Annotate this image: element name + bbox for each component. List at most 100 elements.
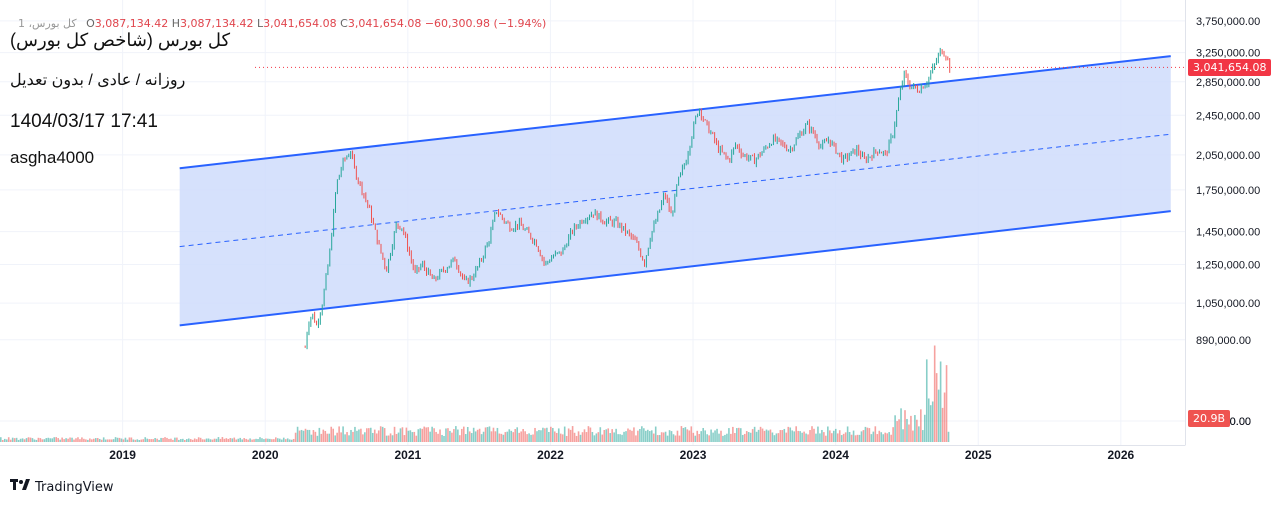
volume-bar [110,439,113,442]
volume-bar [708,435,710,442]
volume-bar [166,437,168,442]
volume-bar [381,426,384,442]
volume-bar [769,429,772,442]
volume-bar [195,439,198,442]
volume-bar [9,439,12,442]
last-price-tag: 3,041,654.08 [1188,59,1272,76]
volume-bar [49,438,52,442]
volume-bar [559,433,562,442]
volume-bar [736,428,738,442]
volume-bar [144,437,147,442]
volume-bar [455,426,457,442]
volume-bar [275,437,277,442]
volume-bar [589,427,592,442]
volume-bar [882,434,885,442]
volume-bar [241,439,243,442]
volume-bar [645,430,647,442]
volume-bar [724,434,726,442]
volume-bar [728,428,730,442]
volume-bar [726,433,728,442]
volume-bar [451,432,453,442]
volume-bar [373,429,376,442]
volume-bar [540,430,542,442]
volume-bar [836,433,839,442]
volume-bar [126,439,129,442]
volume-bar [550,426,552,442]
time-tick-label-7: 2026 [1107,448,1134,462]
volume-bar [3,438,6,442]
volume-bar [751,429,754,442]
volume-bar [933,345,936,442]
high-label: H [171,17,181,30]
volume-bar [668,430,671,442]
volume-bar [581,432,584,442]
volume-bar [834,428,837,442]
volume-bar [284,439,287,442]
volume-bar [601,434,604,442]
volume-bar [801,432,803,442]
volume-bar [383,428,386,442]
volume-bar [219,438,222,442]
volume-bar [732,426,734,442]
volume-bar [617,434,619,442]
volume-bar [100,439,103,442]
volume-bar [354,426,356,442]
volume-bar [773,435,776,442]
volume-bar [265,438,267,442]
volume-bar [496,427,499,442]
volume-bar [876,434,879,442]
volume-bar [261,438,263,442]
volume-bar [623,431,625,442]
volume-bar [474,431,477,442]
volume-bar [923,414,926,442]
tradingview-brand[interactable]: TradingView [10,479,114,495]
price-tick-label-2: 2,850,000.00 [1196,77,1260,89]
volume-bar [466,427,469,442]
volume-bar [55,437,57,442]
volume-bar [656,435,659,442]
volume-bar [947,431,950,442]
volume-bar [85,439,87,442]
volume-bar [884,432,887,442]
volume-bar [352,431,354,442]
volume-bar [858,434,861,442]
volume-bar [789,427,792,442]
close-label: C [340,17,348,30]
volume-bar [334,435,336,442]
volume-bar [387,435,390,442]
volume-bar [0,437,2,442]
close-value: 3,041,654.08 [347,17,422,30]
volume-bar [314,431,317,442]
volume-bar [259,437,261,442]
volume-bar [686,429,689,442]
volume-bar [419,428,422,442]
volume-bar [611,429,613,442]
volume-bar [316,435,319,442]
volume-bar [235,439,238,442]
price-tick-label-7: 1,250,000.00 [1196,259,1260,271]
price-tick-label-9: 890,000.00 [1196,335,1251,347]
volume-bar [627,428,629,442]
volume-bar [63,439,65,442]
volume-bar [714,430,716,442]
volume-bar [132,439,135,442]
time-tick-label-2: 2021 [394,448,421,462]
volume-bar [842,433,845,442]
volume-bar [749,432,752,442]
volume-bar [829,430,831,442]
volume-bar [672,434,675,442]
volume-bar [888,432,890,442]
volume-bar [468,431,471,442]
volume-bar [174,437,176,442]
volume-bar [941,407,944,442]
volume-bar [664,431,667,442]
volume-bar [17,439,20,442]
price-chart[interactable]: 3,750,000.00 3,250,000.00 2,850,000.00 2,45… [0,0,1282,505]
volume-bar [362,434,364,442]
volume-bar [472,427,475,442]
volume-bar [557,428,560,442]
volume-bar [809,430,811,442]
volume-bar [148,439,150,442]
volume-bar [231,438,234,442]
volume-bar [459,435,461,442]
